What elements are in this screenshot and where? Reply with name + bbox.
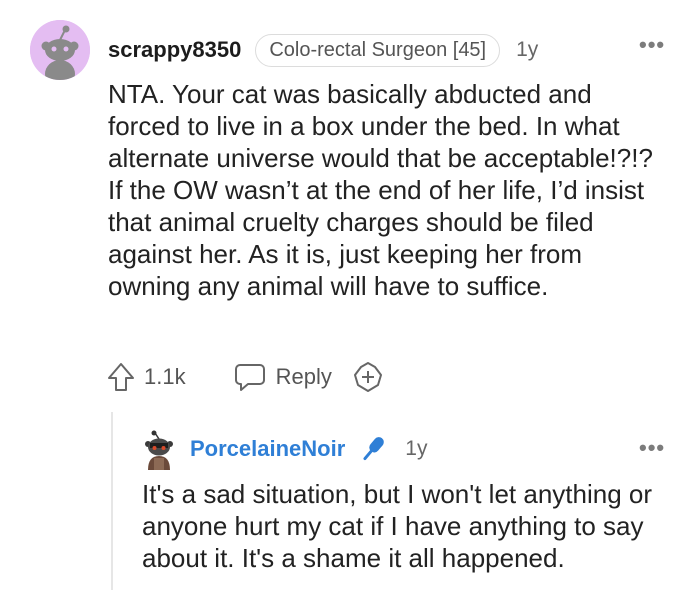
upvote-count: 1.1k (144, 364, 186, 389)
microphone-icon (363, 437, 385, 461)
award-button[interactable] (352, 361, 384, 393)
reply-body: It's a sad situation, but I won't let an… (142, 479, 652, 573)
upvote-arrow-icon[interactable] (106, 361, 136, 393)
reply-age: 1y (405, 437, 428, 460)
reply-header: PorcelaineNoir 1y (190, 434, 427, 464)
more-options-icon[interactable]: ••• (639, 34, 665, 56)
speech-bubble-icon (234, 364, 265, 391)
reply-label: Reply (275, 364, 332, 389)
avatar[interactable] (30, 20, 90, 80)
user-flair: Colo-rectal Surgeon [45] (255, 33, 501, 67)
reply-button[interactable]: Reply (234, 362, 332, 392)
reply-avatar[interactable] (142, 430, 176, 470)
more-options-icon[interactable]: ••• (639, 437, 665, 459)
comment-actions: 1.1k Reply (106, 358, 384, 396)
thread-line[interactable] (111, 412, 113, 590)
award-plus-icon (353, 362, 382, 392)
snoo-avatar-icon (30, 20, 90, 80)
comment-header: scrappy8350 Colo-rectal Surgeon [45] 1y (108, 32, 538, 68)
upvote-button[interactable]: 1.1k (106, 361, 186, 393)
comment-thread: scrappy8350 Colo-rectal Surgeon [45] 1y … (0, 0, 700, 594)
comment-age: 1y (516, 38, 539, 61)
comment-body: NTA. Your cat was basically abducted and… (108, 79, 653, 301)
reply-username[interactable]: PorcelaineNoir (190, 436, 345, 462)
snoo-avatar-icon (145, 430, 173, 470)
comment-username[interactable]: scrappy8350 (108, 37, 241, 63)
